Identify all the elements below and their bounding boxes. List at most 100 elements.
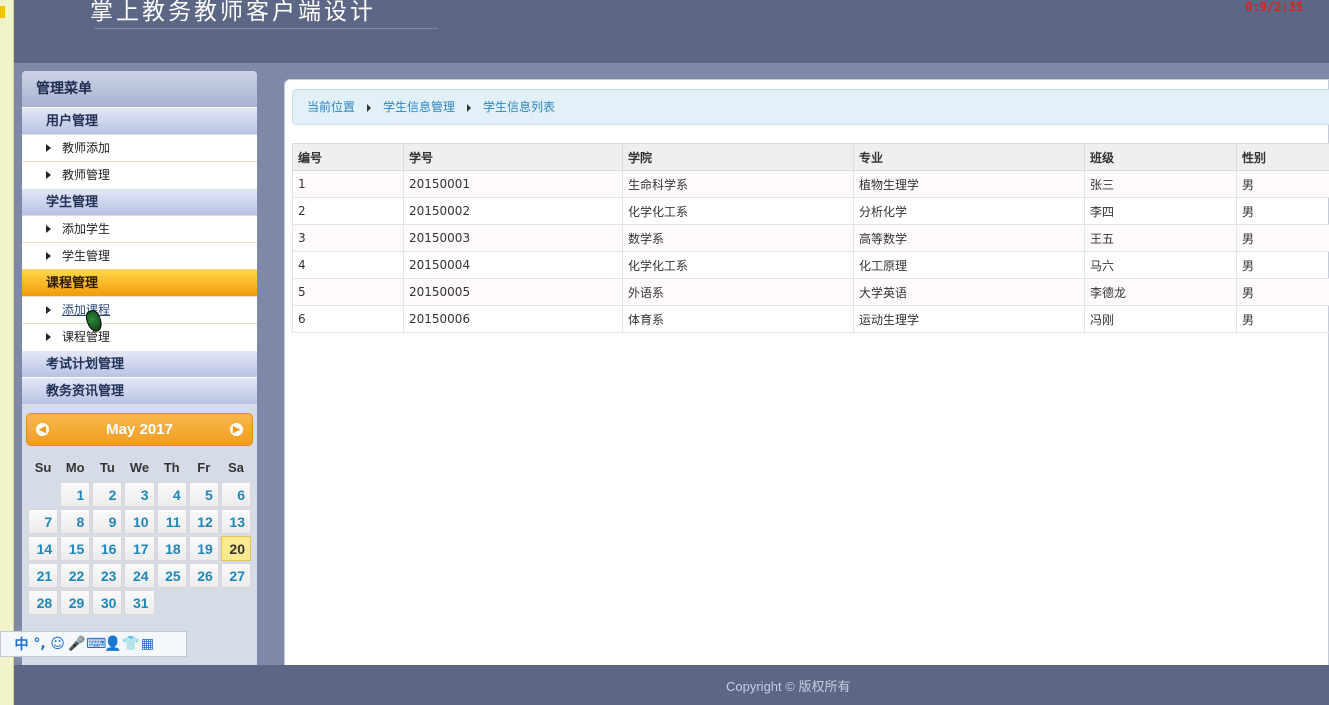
ime-chinese-mode-icon[interactable]: 中 xyxy=(14,634,29,654)
calendar-week-row: 14 15 16 17 18 19 20 xyxy=(28,536,251,561)
calendar-day[interactable]: 28 xyxy=(28,590,59,615)
table-cell: 植物生理学 xyxy=(853,170,1085,198)
calendar-day[interactable]: 24 xyxy=(124,563,155,588)
menu-item-add-teacher[interactable]: 教师添加 xyxy=(22,134,257,161)
table-cell: 王五 xyxy=(1084,224,1237,252)
calendar-day[interactable]: 9 xyxy=(92,509,123,534)
table-cell: 外语系 xyxy=(622,278,854,306)
calendar-day[interactable]: 16 xyxy=(92,536,123,561)
menu-item-add-student[interactable]: 添加学生 xyxy=(22,215,257,242)
table-cell: 20150006 xyxy=(403,305,623,333)
table-cell: 5 xyxy=(292,278,404,306)
calendar-day[interactable]: 5 xyxy=(188,482,219,507)
breadcrumb-item[interactable]: 学生信息管理 xyxy=(383,100,455,114)
calendar-day[interactable]: 31 xyxy=(124,590,155,615)
calendar-empty-cell xyxy=(221,590,251,615)
clock-readout: 0:9/2:35 xyxy=(1245,0,1303,14)
table-cell: 男 xyxy=(1236,251,1329,279)
calendar-day[interactable]: 4 xyxy=(156,482,187,507)
calendar-day[interactable]: 10 xyxy=(124,509,155,534)
menu-group-course-management[interactable]: 课程管理 xyxy=(22,269,257,296)
menu-item-student-management[interactable]: 学生管理 xyxy=(22,242,257,269)
strip-marker xyxy=(0,6,5,18)
calendar-day[interactable]: 21 xyxy=(28,563,59,588)
calendar-weekday: Th xyxy=(163,459,180,475)
menu-group-academic-news[interactable]: 教务资讯管理 xyxy=(22,377,257,404)
calendar-day[interactable]: 13 xyxy=(220,509,251,534)
menu-item-label: 课程管理 xyxy=(62,330,111,344)
table-cell: 体育系 xyxy=(622,305,854,333)
calendar-day[interactable]: 6 xyxy=(220,482,251,507)
ime-user-icon[interactable]: 👤 xyxy=(104,636,121,652)
table-column-header[interactable]: 编号 xyxy=(292,143,404,171)
calendar-day[interactable]: 22 xyxy=(60,563,91,588)
ime-punctuation-icon[interactable]: °, xyxy=(32,636,47,652)
caret-right-icon xyxy=(46,333,51,341)
calendar-header: ◀ May 2017 ▶ xyxy=(26,413,253,446)
menu-item-label: 添加学生 xyxy=(62,222,111,236)
calendar-week-row: 123456 xyxy=(28,482,251,507)
ime-voice-icon[interactable]: 🎤 xyxy=(68,636,85,652)
next-month-icon[interactable]: ▶ xyxy=(230,423,243,436)
ime-emoji-icon[interactable]: ☺ xyxy=(50,636,65,652)
menu-group-user-management[interactable]: 用户管理 xyxy=(22,107,257,134)
calendar-day[interactable]: 15 xyxy=(60,536,91,561)
table-column-header[interactable]: 学院 xyxy=(622,143,854,171)
calendar-day[interactable]: 2 xyxy=(92,482,123,507)
calendar-empty-cell xyxy=(157,590,187,615)
calendar-day[interactable]: 26 xyxy=(188,563,219,588)
table-row[interactable]: 5 20150005 外语系 大学英语 李德龙男 xyxy=(292,278,1329,306)
calendar-weekday: Sa xyxy=(227,459,244,475)
calendar-day[interactable]: 30 xyxy=(92,590,123,615)
caret-right-icon xyxy=(46,252,51,260)
calendar-day[interactable]: 14 xyxy=(28,536,59,561)
menu-item-course-management[interactable]: 课程管理 xyxy=(22,323,257,350)
calendar-day[interactable]: 23 xyxy=(92,563,123,588)
prev-month-icon[interactable]: ◀ xyxy=(36,423,49,436)
ime-keyboard-icon[interactable]: ⌨ xyxy=(86,636,106,652)
calendar-week-row: 7 8 9 10 11 12 13 xyxy=(28,509,251,534)
breadcrumb-item[interactable]: 当前位置 xyxy=(307,100,355,114)
calendar-widget: ◀ May 2017 ▶ Su Mo Tu We Th Fr Sa 1 2 3 4 5 6 7 8 9 10 1… xyxy=(26,413,253,623)
table-column-header[interactable]: 专业 xyxy=(853,143,1085,171)
table-cell: 高等数学 xyxy=(853,224,1085,252)
table-cell: 化学化工系 xyxy=(622,251,854,279)
table-row[interactable]: 4 20150004 化学化工系 化工原理 马六男 xyxy=(292,251,1329,279)
menu-group-student-management[interactable]: 学生管理 xyxy=(22,188,257,215)
calendar-day[interactable]: 25 xyxy=(156,563,187,588)
calendar-day[interactable]: 3 xyxy=(124,482,155,507)
table-column-header[interactable]: 学号 xyxy=(403,143,623,171)
sidebar-title: 管理菜单 xyxy=(22,71,257,107)
calendar-day[interactable]: 27 xyxy=(220,563,251,588)
menu-group-exam-plan[interactable]: 考试计划管理 xyxy=(22,350,257,377)
calendar-day[interactable]: 8 xyxy=(60,509,91,534)
table-cell: 2 xyxy=(292,197,404,225)
table-cell: 数学系 xyxy=(622,224,854,252)
caret-right-icon xyxy=(46,171,51,179)
calendar-empty-cell xyxy=(189,590,219,615)
calendar-day[interactable]: 19 xyxy=(188,536,219,561)
table-row[interactable]: 1 20150001 生命科学系 植物生理学 张三男 xyxy=(292,170,1329,198)
table-cell: 生命科学系 xyxy=(622,170,854,198)
menu-item-label: 学生管理 xyxy=(62,249,111,263)
calendar-day-today[interactable]: 20 xyxy=(220,536,251,561)
ime-skin-icon[interactable]: 👕 xyxy=(122,636,139,652)
menu-item-add-course[interactable]: 添加课程 xyxy=(22,296,257,323)
table-cell: 3 xyxy=(292,224,404,252)
breadcrumb: 当前位置 学生信息管理 学生信息列表 xyxy=(292,89,1329,125)
ime-toolbox-icon[interactable]: ▦ xyxy=(140,636,155,652)
calendar-day[interactable]: 17 xyxy=(124,536,155,561)
calendar-day[interactable]: 29 xyxy=(60,590,91,615)
calendar-day[interactable]: 1 xyxy=(60,482,91,507)
calendar-day[interactable]: 11 xyxy=(156,509,187,534)
table-row[interactable]: 6 20150006 体育系 运动生理学 冯刚男 xyxy=(292,305,1329,333)
menu-item-teacher-management[interactable]: 教师管理 xyxy=(22,161,257,188)
table-column-header[interactable]: 性别 xyxy=(1236,143,1329,171)
calendar-day[interactable]: 12 xyxy=(188,509,219,534)
calendar-day[interactable]: 7 xyxy=(28,509,59,534)
table-row[interactable]: 2 20150002 化学化工系 分析化学 李四男 xyxy=(292,197,1329,225)
table-column-header[interactable]: 班级 xyxy=(1084,143,1237,171)
breadcrumb-item[interactable]: 学生信息列表 xyxy=(483,100,555,114)
calendar-day[interactable]: 18 xyxy=(156,536,187,561)
table-row[interactable]: 3 20150003 数学系 高等数学 王五男 xyxy=(292,224,1329,252)
